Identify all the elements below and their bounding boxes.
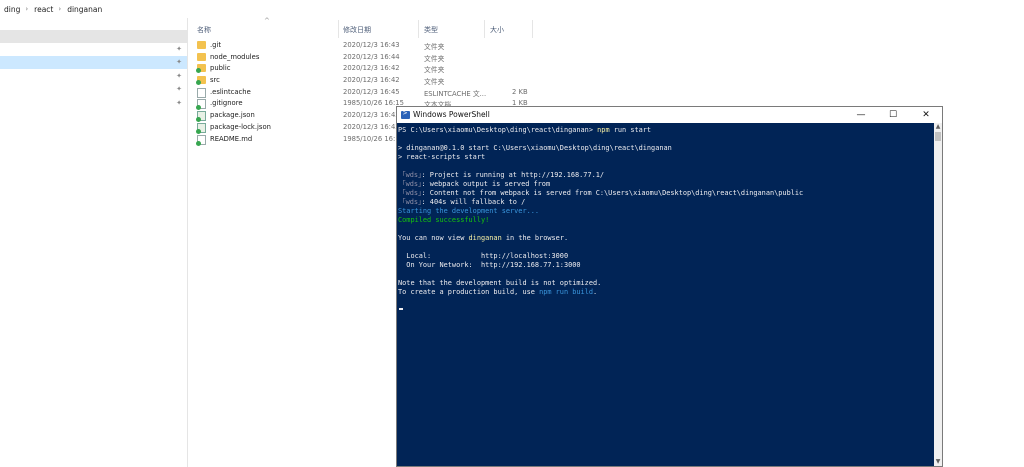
column-header-name[interactable]: 名称: [197, 25, 211, 35]
nav-item[interactable]: ✦: [0, 83, 187, 96]
navigation-pane: ✦ ✦ ✦ ✦ ✦: [0, 18, 188, 467]
console-line: Local: http://localhost:3000: [398, 252, 569, 260]
file-name: README.md: [210, 134, 253, 143]
pin-icon[interactable]: ✦: [175, 58, 183, 66]
chevron-right-icon: ›: [25, 5, 29, 13]
file-name: .git: [210, 41, 222, 49]
console-line: > dinganan@0.1.0 start C:\Users\xiaomu\D…: [398, 144, 672, 152]
pin-icon[interactable]: ✦: [175, 45, 183, 53]
column-divider[interactable]: [338, 20, 339, 38]
file-name: package.json: [210, 111, 255, 120]
file-row[interactable]: .eslintcache 2020/12/3 16:45 ESLINTCACHE…: [188, 87, 588, 99]
column-divider[interactable]: [484, 20, 485, 38]
window-title: Windows PowerShell: [413, 110, 490, 119]
file-date: 1985/10/26 16:15: [343, 134, 404, 143]
file-type: ESLINTCACHE 文...: [424, 89, 487, 98]
file-row[interactable]: node_modules 2020/12/3 16:44 文件夹: [188, 52, 588, 64]
nav-item[interactable]: ✦: [0, 43, 187, 56]
breadcrumb-item-ding[interactable]: ding: [0, 5, 23, 14]
console-line: ｢wds｣: Content not from webpack is serve…: [402, 189, 804, 197]
file-date: 2020/12/3 16:45: [343, 87, 400, 96]
scroll-up-icon[interactable]: ▲: [934, 123, 942, 131]
console-line: You can now view dinganan in the browser…: [398, 234, 569, 242]
console-line: On Your Network: http://192.168.77.1:300…: [398, 261, 581, 269]
close-button[interactable]: ✕: [910, 107, 942, 123]
json-icon: [196, 111, 206, 123]
console-output[interactable]: PS C:\Users\xiaomu\Desktop\ding\react\di…: [397, 123, 934, 466]
file-name: public: [210, 64, 231, 73]
maximize-button[interactable]: ☐: [877, 107, 909, 123]
file-green-icon: [196, 99, 206, 111]
console-line: To create a production build, use npm ru…: [398, 288, 598, 296]
file-type: 文件夹: [424, 78, 445, 87]
column-header-type[interactable]: 类型: [424, 25, 438, 35]
column-header-size[interactable]: 大小: [490, 25, 504, 35]
column-header-row: ^ 名称 修改日期 类型 大小: [188, 17, 568, 38]
breadcrumb-item-react[interactable]: react: [30, 5, 56, 14]
folder-icon: [197, 41, 206, 49]
scroll-down-icon[interactable]: ▼: [934, 458, 942, 466]
sort-ascending-icon: ^: [264, 17, 270, 25]
file-date: 2020/12/3 16:42: [343, 76, 400, 85]
file-date: 2020/12/3 16:42: [343, 64, 400, 73]
column-divider[interactable]: [532, 20, 533, 38]
powershell-window[interactable]: Windows PowerShell — ☐ ✕ PS C:\Users\xia…: [396, 106, 943, 467]
file-date: 2020/12/3 16:44: [343, 52, 400, 61]
console-line: > react-scripts start: [398, 153, 486, 161]
nav-item[interactable]: [0, 30, 187, 43]
console-line: Starting the development server...: [398, 207, 540, 215]
file-name: node_modules: [210, 52, 260, 61]
folder-icon: [197, 52, 206, 61]
file-green-icon: [196, 134, 206, 146]
console-line: Note that the development build is not o…: [398, 279, 602, 287]
file-row[interactable]: .git 2020/12/3 16:43 文件夹: [188, 40, 588, 52]
minimize-button[interactable]: —: [845, 107, 877, 123]
pin-icon[interactable]: ✦: [175, 85, 183, 93]
file-name: package-lock.json: [210, 122, 271, 131]
pin-icon[interactable]: ✦: [175, 99, 183, 107]
file-size: 2 KB: [512, 87, 528, 96]
file-name: src: [210, 76, 220, 85]
file-name: .gitignore: [210, 99, 243, 108]
vertical-scrollbar[interactable]: ▲ ▼: [934, 123, 942, 466]
console-line: ｢wds｣: Project is running at http://192.…: [402, 171, 605, 179]
breadcrumb: ding › react › dinganan: [0, 0, 1024, 18]
file-date: 2020/12/3 16:43: [343, 41, 400, 49]
file-date: 2020/12/3 16:43: [343, 122, 400, 131]
file-name: .eslintcache: [210, 87, 251, 96]
file-type: 文件夹: [424, 54, 445, 63]
file-row[interactable]: src 2020/12/3 16:42 文件夹: [188, 75, 588, 87]
scrollbar-thumb[interactable]: [935, 132, 941, 141]
file-type: 文件夹: [424, 43, 445, 51]
text-cursor: [399, 308, 403, 310]
file-date: 2020/12/3 16:43: [343, 111, 400, 120]
chevron-right-icon: ›: [58, 5, 62, 13]
column-header-modified[interactable]: 修改日期: [343, 25, 371, 35]
nav-item[interactable]: ✦: [0, 70, 187, 83]
pin-icon[interactable]: ✦: [175, 72, 183, 80]
nav-item-selected[interactable]: ✦: [0, 56, 187, 69]
console-line: ｢wds｣: webpack output is served from: [402, 180, 551, 188]
file-row[interactable]: public 2020/12/3 16:42 文件夹: [188, 63, 588, 75]
powershell-icon: [401, 109, 410, 119]
console-line: ｢wds｣: 404s will fallback to /: [402, 198, 526, 206]
window-titlebar[interactable]: Windows PowerShell — ☐ ✕: [397, 107, 942, 123]
file-date: 1985/10/26 16:15: [343, 99, 404, 108]
breadcrumb-item-dinganan[interactable]: dinganan: [63, 5, 105, 14]
console-line: Compiled successfully!: [398, 216, 490, 224]
column-divider[interactable]: [418, 20, 419, 38]
nav-item[interactable]: ✦: [0, 97, 187, 110]
file-type: 文件夹: [424, 66, 445, 75]
folder-green-icon: [196, 64, 206, 74]
file-icon: [197, 87, 206, 98]
json-icon: [196, 122, 206, 134]
console-line: PS C:\Users\xiaomu\Desktop\ding\react\di…: [398, 126, 652, 134]
folder-green-icon: [196, 76, 206, 86]
